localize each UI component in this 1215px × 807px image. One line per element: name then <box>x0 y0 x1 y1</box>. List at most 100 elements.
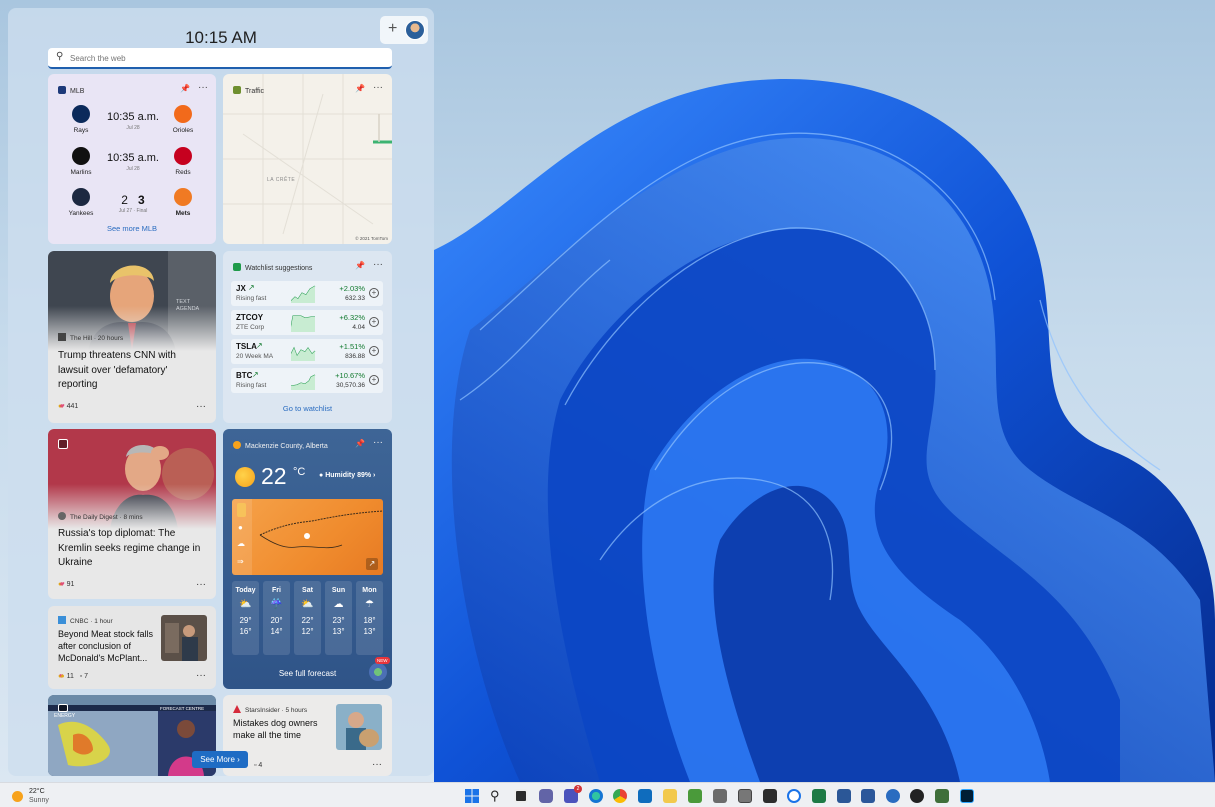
traffic-widget[interactable]: Traffic 📌 ··· LA CRÊTE © 2021 TomTom <box>223 74 392 244</box>
team-mets[interactable]: Mets <box>163 188 203 217</box>
news-card-beyond-meat[interactable]: CNBC · 1 hour Beyond Meat stock falls aft… <box>48 606 216 689</box>
user-avatar[interactable] <box>405 20 425 40</box>
search-icon[interactable]: ⚲ <box>490 789 504 803</box>
news-headline[interactable]: Mistakes dog owners make all the time <box>233 717 318 741</box>
add-to-watchlist-icon[interactable]: + <box>369 375 379 385</box>
forecast-day[interactable]: Sat ⛅ 22° 12° <box>294 581 321 655</box>
app-icon[interactable] <box>935 789 949 803</box>
mlb-widget[interactable]: MLB 📌 ··· Rays 10:35 a.m. Jul 28 Orioles… <box>48 74 216 244</box>
stock-row[interactable]: ZTCOY ZTE Corp +6.32% 4.04 + <box>231 310 383 335</box>
add-to-watchlist-icon[interactable]: + <box>369 317 379 327</box>
day-low: 13° <box>363 627 376 636</box>
stock-sub: Rising fast <box>236 295 267 302</box>
news-card-trump[interactable]: TEXT AGENDA The Hill · 20 hours Trump th… <box>48 251 216 423</box>
chevron-right-icon: › <box>237 755 240 764</box>
team-yankees[interactable]: Yankees <box>61 188 101 217</box>
update-icon[interactable] <box>787 789 801 803</box>
news-headline[interactable]: Trump threatens CNN with lawsuit over 'de… <box>58 349 176 393</box>
calculator-icon[interactable] <box>738 789 752 803</box>
video-play-icon[interactable] <box>58 704 68 712</box>
forecast-day[interactable]: Today ⛅ 29° 16° <box>232 581 259 655</box>
task-view-icon[interactable] <box>514 789 528 803</box>
pin-icon[interactable]: 📌 <box>355 261 365 270</box>
pin-icon[interactable]: 📌 <box>355 84 365 93</box>
add-to-watchlist-icon[interactable]: + <box>369 346 379 356</box>
outlook-icon[interactable] <box>638 789 652 803</box>
media-player-icon[interactable] <box>910 789 924 803</box>
notepad-icon[interactable] <box>688 789 702 803</box>
weather-widget[interactable]: Mackenzie County, Alberta 📌 ··· 22 °C ● … <box>223 429 392 689</box>
add-to-watchlist-icon[interactable]: + <box>369 288 379 298</box>
see-more-mlb-link[interactable]: See more MLB <box>48 224 216 233</box>
weather-map[interactable]: ● ☁ ⇒ ↗ <box>232 499 383 575</box>
reactions[interactable]: ●●♥ 91 <box>58 581 74 588</box>
traffic-map[interactable] <box>223 74 392 244</box>
search-input[interactable] <box>70 51 370 65</box>
stock-row[interactable]: TSLA ↗ 20 Week MA +1.51% 836.88 + <box>231 339 383 364</box>
stock-row[interactable]: JX ↗ Rising fast +2.03% 632.33 + <box>231 281 383 306</box>
pin-icon[interactable]: 📌 <box>180 84 190 93</box>
team-marlins[interactable]: Marlins <box>61 147 101 176</box>
news-card-russia[interactable]: The Daily Digest · 8 mins Russia's top d… <box>48 429 216 599</box>
day-name: Mon <box>362 587 377 594</box>
map-copyright: © 2021 TomTom <box>355 236 388 241</box>
video-play-icon[interactable] <box>58 439 68 449</box>
powershell-icon[interactable] <box>837 789 851 803</box>
search-bar[interactable]: ⚲ <box>48 48 392 69</box>
chat-icon[interactable] <box>539 789 553 803</box>
sparkline <box>291 374 316 390</box>
add-widgets-button[interactable]: + <box>380 16 428 44</box>
forecast-day[interactable]: Sun ☁ 23° 13° <box>325 581 352 655</box>
news-card-forecast-video[interactable]: ENERGY FORECAST CENTRE <box>48 695 216 776</box>
taskbar: 22°C Sunny ⚲ 2 <box>0 782 1215 807</box>
photoshop-icon[interactable] <box>960 789 974 803</box>
reactions[interactable]: ●♥● 11 ▫ 7 <box>58 673 88 680</box>
forecast-day[interactable]: Mon ☂ 18° 13° <box>356 581 383 655</box>
start-windows-icon[interactable] <box>465 789 479 803</box>
help-icon[interactable] <box>886 789 900 803</box>
more-options-icon[interactable]: ··· <box>372 759 382 770</box>
reactions[interactable]: ●●♥ 441 <box>58 403 78 410</box>
headline-line: Trump threatens CNN with <box>58 350 176 361</box>
team-reds[interactable]: Reds <box>163 147 203 176</box>
more-options-icon[interactable]: ··· <box>373 259 383 270</box>
expand-icon[interactable]: ↗ <box>366 558 378 570</box>
more-options-icon[interactable]: ··· <box>198 82 208 93</box>
team-name: Rays <box>73 127 89 134</box>
day-name: Fri <box>272 587 281 594</box>
mlb-logo-icon <box>58 86 66 94</box>
team-orioles[interactable]: Orioles <box>163 105 203 134</box>
more-options-icon[interactable]: ··· <box>196 579 206 590</box>
more-options-icon[interactable]: ··· <box>196 401 206 412</box>
more-options-icon[interactable]: ··· <box>196 670 206 681</box>
team-rays[interactable]: Rays <box>61 105 101 134</box>
plus-icon[interactable]: + <box>388 20 397 38</box>
see-more-button[interactable]: See More › <box>192 751 248 768</box>
excel-icon[interactable] <box>812 789 826 803</box>
news-headline[interactable]: Russia's top diplomat: The Kremlin seeks … <box>58 527 200 571</box>
news-card-dog-owners[interactable]: StarsInsider · 5 hours Mistakes dog owne… <box>223 695 392 776</box>
watchlist-widget[interactable]: Watchlist suggestions 📌 ··· JX ↗ Rising f… <box>223 251 392 423</box>
go-to-watchlist-link[interactable]: Go to watchlist <box>223 404 392 413</box>
teams-icon[interactable]: 2 <box>564 785 582 803</box>
edge-icon[interactable] <box>589 789 603 803</box>
word-icon[interactable] <box>861 789 875 803</box>
forecast-day[interactable]: Fri ☔ 20° 14° <box>263 581 290 655</box>
taskbar-condition: Sunny <box>29 797 49 804</box>
stock-symbol: TSLA <box>236 342 257 351</box>
remote-desktop-icon[interactable] <box>713 789 727 803</box>
weather-app-icon[interactable]: NEW <box>369 657 390 681</box>
humidity[interactable]: ● Humidity 89% › <box>319 472 375 479</box>
news-headline[interactable]: Beyond Meat stock falls after conclusion … <box>58 628 153 664</box>
file-explorer-icon[interactable] <box>663 789 677 803</box>
chrome-icon[interactable] <box>613 789 627 803</box>
day-name: Today <box>235 587 256 594</box>
stock-row[interactable]: BTC ↗ Rising fast +10.67% 30,570.36 + <box>231 368 383 393</box>
day-low: 14° <box>270 627 283 636</box>
more-options-icon[interactable]: ··· <box>373 437 383 448</box>
see-full-forecast-link[interactable]: See full forecast <box>223 669 392 678</box>
more-options-icon[interactable]: ··· <box>373 82 383 93</box>
terminal-icon[interactable] <box>763 789 777 803</box>
stock-change: +1.51% <box>339 342 365 351</box>
pin-icon[interactable]: 📌 <box>355 439 365 448</box>
